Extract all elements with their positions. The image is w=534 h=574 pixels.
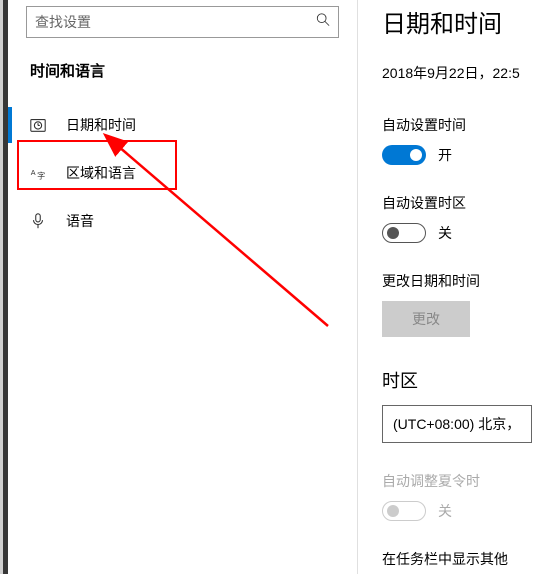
change-datetime-button: 更改	[382, 301, 470, 337]
auto-dst-toggle	[382, 501, 426, 521]
search-input[interactable]: 查找设置	[26, 6, 339, 38]
search-icon	[316, 13, 330, 32]
taskbar-calendar-label: 在任务栏中显示其他	[382, 549, 534, 569]
sidebar-item-region-language[interactable]: A 字 区域和语言	[8, 149, 357, 197]
change-datetime-label: 更改日期和时间	[382, 271, 534, 291]
toggle-state-text: 关	[438, 223, 452, 243]
sidebar-section-title: 时间和语言	[8, 52, 357, 101]
toggle-state-text: 关	[438, 501, 452, 521]
search-placeholder: 查找设置	[35, 12, 91, 32]
svg-text:A: A	[31, 168, 36, 177]
clock-icon	[28, 115, 48, 135]
auto-time-toggle[interactable]	[382, 145, 426, 165]
page-title: 日期和时间	[382, 4, 534, 39]
sidebar-item-label: 日期和时间	[66, 115, 136, 135]
sidebar-item-speech[interactable]: 语音	[8, 197, 357, 245]
settings-sidebar: 查找设置 时间和语言 日期和时间 A 字 区域和语言	[8, 0, 358, 574]
current-datetime: 2018年9月22日，22:5	[382, 63, 534, 83]
microphone-icon	[28, 211, 48, 231]
timezone-title: 时区	[382, 367, 534, 393]
auto-timezone-label: 自动设置时区	[382, 193, 534, 213]
sidebar-item-label: 语音	[66, 211, 94, 231]
timezone-dropdown[interactable]: (UTC+08:00) 北京，	[382, 405, 532, 443]
toggle-state-text: 开	[438, 145, 452, 165]
auto-time-label: 自动设置时间	[382, 115, 534, 135]
auto-timezone-toggle[interactable]	[382, 223, 426, 243]
auto-dst-label: 自动调整夏令时	[382, 471, 534, 491]
main-content: 日期和时间 2018年9月22日，22:5 自动设置时间 开 自动设置时区 关 …	[358, 0, 534, 574]
sidebar-item-label: 区域和语言	[66, 163, 136, 183]
svg-text:字: 字	[37, 170, 45, 180]
sidebar-item-datetime[interactable]: 日期和时间	[8, 101, 357, 149]
language-icon: A 字	[28, 163, 48, 183]
